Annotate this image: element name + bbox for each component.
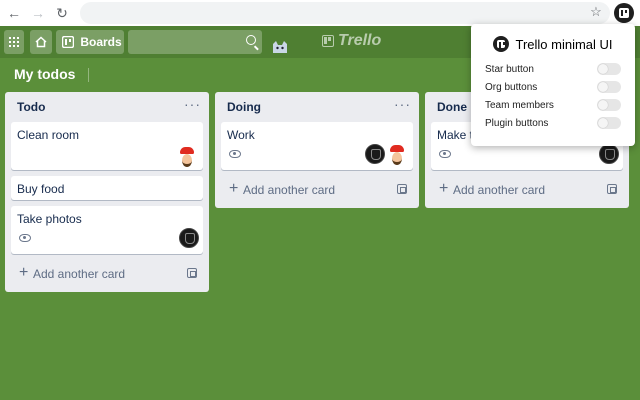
member-avatar[interactable] [179, 228, 199, 248]
list-todo: Todo ··· Clean room Buy food Take photos… [5, 92, 209, 292]
apps-grid-icon [9, 37, 19, 47]
card-template-icon[interactable] [187, 268, 197, 278]
star-icon[interactable]: ☆ [587, 3, 605, 21]
option-label: Org buttons [485, 81, 538, 93]
boards-button[interactable]: Boards [56, 30, 124, 54]
reload-icon[interactable]: ↻ [52, 3, 72, 23]
option-label: Star button [485, 63, 534, 75]
list-header: Todo ··· [5, 92, 209, 120]
plugin-buttons-toggle[interactable] [597, 117, 621, 129]
search-icon [246, 35, 256, 45]
eye-icon [439, 150, 451, 158]
home-icon [35, 36, 47, 48]
boards-icon [62, 36, 75, 48]
card-buy-food[interactable]: Buy food [11, 176, 203, 200]
option-plugin-buttons: Plugin buttons [485, 116, 621, 130]
list-menu-icon[interactable]: ··· [184, 96, 201, 112]
list-title[interactable]: Todo [17, 100, 45, 114]
list-title[interactable]: Done [437, 100, 467, 114]
card-work[interactable]: Work [221, 122, 413, 170]
forward-icon[interactable]: → [28, 3, 48, 23]
eye-icon [229, 150, 241, 158]
card-clean-room[interactable]: Clean room [11, 122, 203, 170]
popup-header: Trello minimal UI [471, 34, 635, 54]
option-org-buttons: Org buttons [485, 80, 621, 94]
card-template-icon[interactable] [397, 184, 407, 194]
add-card-label: Add another card [33, 267, 126, 281]
member-avatar[interactable] [365, 144, 385, 164]
add-card-button[interactable]: + Add another card [221, 176, 413, 204]
member-avatar[interactable] [599, 144, 619, 164]
add-card-button[interactable]: + Add another card [11, 260, 203, 288]
address-bar[interactable] [80, 2, 610, 24]
member-avatar[interactable] [387, 144, 407, 165]
plus-icon: + [439, 180, 449, 197]
board-title[interactable]: My todos [14, 66, 75, 82]
list-header: Doing ··· [215, 92, 419, 120]
option-label: Plugin buttons [485, 117, 549, 129]
eye-icon [19, 234, 31, 242]
option-team-members: Team members [485, 98, 621, 112]
add-card-button[interactable]: + Add another card [431, 176, 623, 204]
trello-logo-icon [322, 35, 334, 47]
add-card-label: Add another card [243, 183, 336, 197]
option-label: Team members [485, 99, 554, 111]
browser-toolbar: ← → ↻ ☆ [0, 0, 640, 26]
plus-icon: + [19, 264, 29, 281]
org-buttons-toggle[interactable] [597, 81, 621, 93]
card-title: Take photos [17, 212, 82, 226]
list-title[interactable]: Doing [227, 100, 261, 114]
option-star-button: Star button [485, 62, 621, 76]
list-doing: Doing ··· Work + Add another card [215, 92, 419, 208]
apps-button[interactable] [4, 30, 24, 54]
card-template-icon[interactable] [607, 184, 617, 194]
card-title: Clean room [17, 128, 80, 142]
card-take-photos[interactable]: Take photos [11, 206, 203, 254]
trello-logo-text: Trello [338, 32, 382, 49]
back-icon[interactable]: ← [4, 3, 24, 23]
team-members-toggle[interactable] [597, 99, 621, 111]
header-divider [88, 68, 89, 82]
member-avatar[interactable] [177, 146, 197, 167]
extension-popup: Trello minimal UI Star button Org button… [471, 24, 635, 146]
list-menu-icon[interactable]: ··· [394, 96, 411, 112]
plus-icon: + [229, 180, 239, 197]
home-button[interactable] [30, 30, 52, 54]
card-title: Work [227, 128, 255, 142]
popup-title: Trello minimal UI [515, 36, 613, 52]
star-button-toggle[interactable] [597, 63, 621, 75]
trello-icon [493, 36, 510, 52]
card-title: Buy food [17, 182, 65, 196]
mascot-icon [273, 41, 287, 53]
add-card-label: Add another card [453, 183, 546, 197]
trello-icon [619, 8, 629, 18]
trello-logo[interactable]: Trello [322, 32, 381, 50]
trello-extension-button[interactable] [614, 3, 634, 23]
boards-label: Boards [80, 35, 122, 49]
search-input[interactable] [128, 30, 262, 54]
